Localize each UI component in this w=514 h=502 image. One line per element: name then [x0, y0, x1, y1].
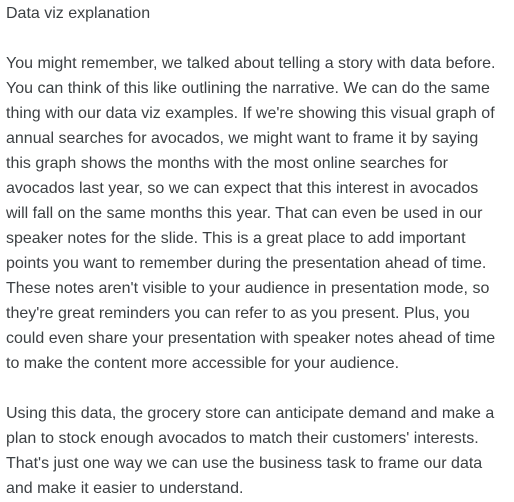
text-line: Using this data, the grocery store can a…: [6, 405, 495, 422]
text-line: could even share your presentation with …: [6, 330, 496, 347]
text-line: thing with our data viz examples. If we'…: [6, 105, 495, 122]
text-line: will fall on the same months this year. …: [6, 205, 483, 222]
text-line: You can think of this like outlining the…: [6, 80, 490, 97]
text-line: to make the content more accessible for …: [6, 355, 400, 372]
text-line: they're great reminders you can refer to…: [6, 305, 470, 322]
text-line: speaker notes for the slide. This is a g…: [6, 230, 466, 247]
text-line: These notes aren't visible to your audie…: [6, 280, 490, 297]
paragraph-2: Using this data, the grocery store can a…: [6, 401, 514, 501]
text-line: avocados last year, so we can expect tha…: [6, 180, 479, 197]
text-line: this graph shows the months with the mos…: [6, 155, 448, 172]
text-line: plan to stock enough avocados to match t…: [6, 430, 479, 447]
text-line: You might remember, we talked about tell…: [6, 55, 496, 72]
text-line: and make it easier to understand.: [6, 480, 244, 497]
text-line: annual searches for avocados, we might w…: [6, 130, 479, 147]
paragraph-1: You might remember, we talked about tell…: [6, 51, 514, 376]
text-line: That's just one way we can use the busin…: [6, 455, 483, 472]
text-line: points you want to remember during the p…: [6, 255, 487, 272]
document-title: Data viz explanation: [6, 5, 151, 22]
document: Data viz explanation You might remember,…: [6, 0, 514, 501]
